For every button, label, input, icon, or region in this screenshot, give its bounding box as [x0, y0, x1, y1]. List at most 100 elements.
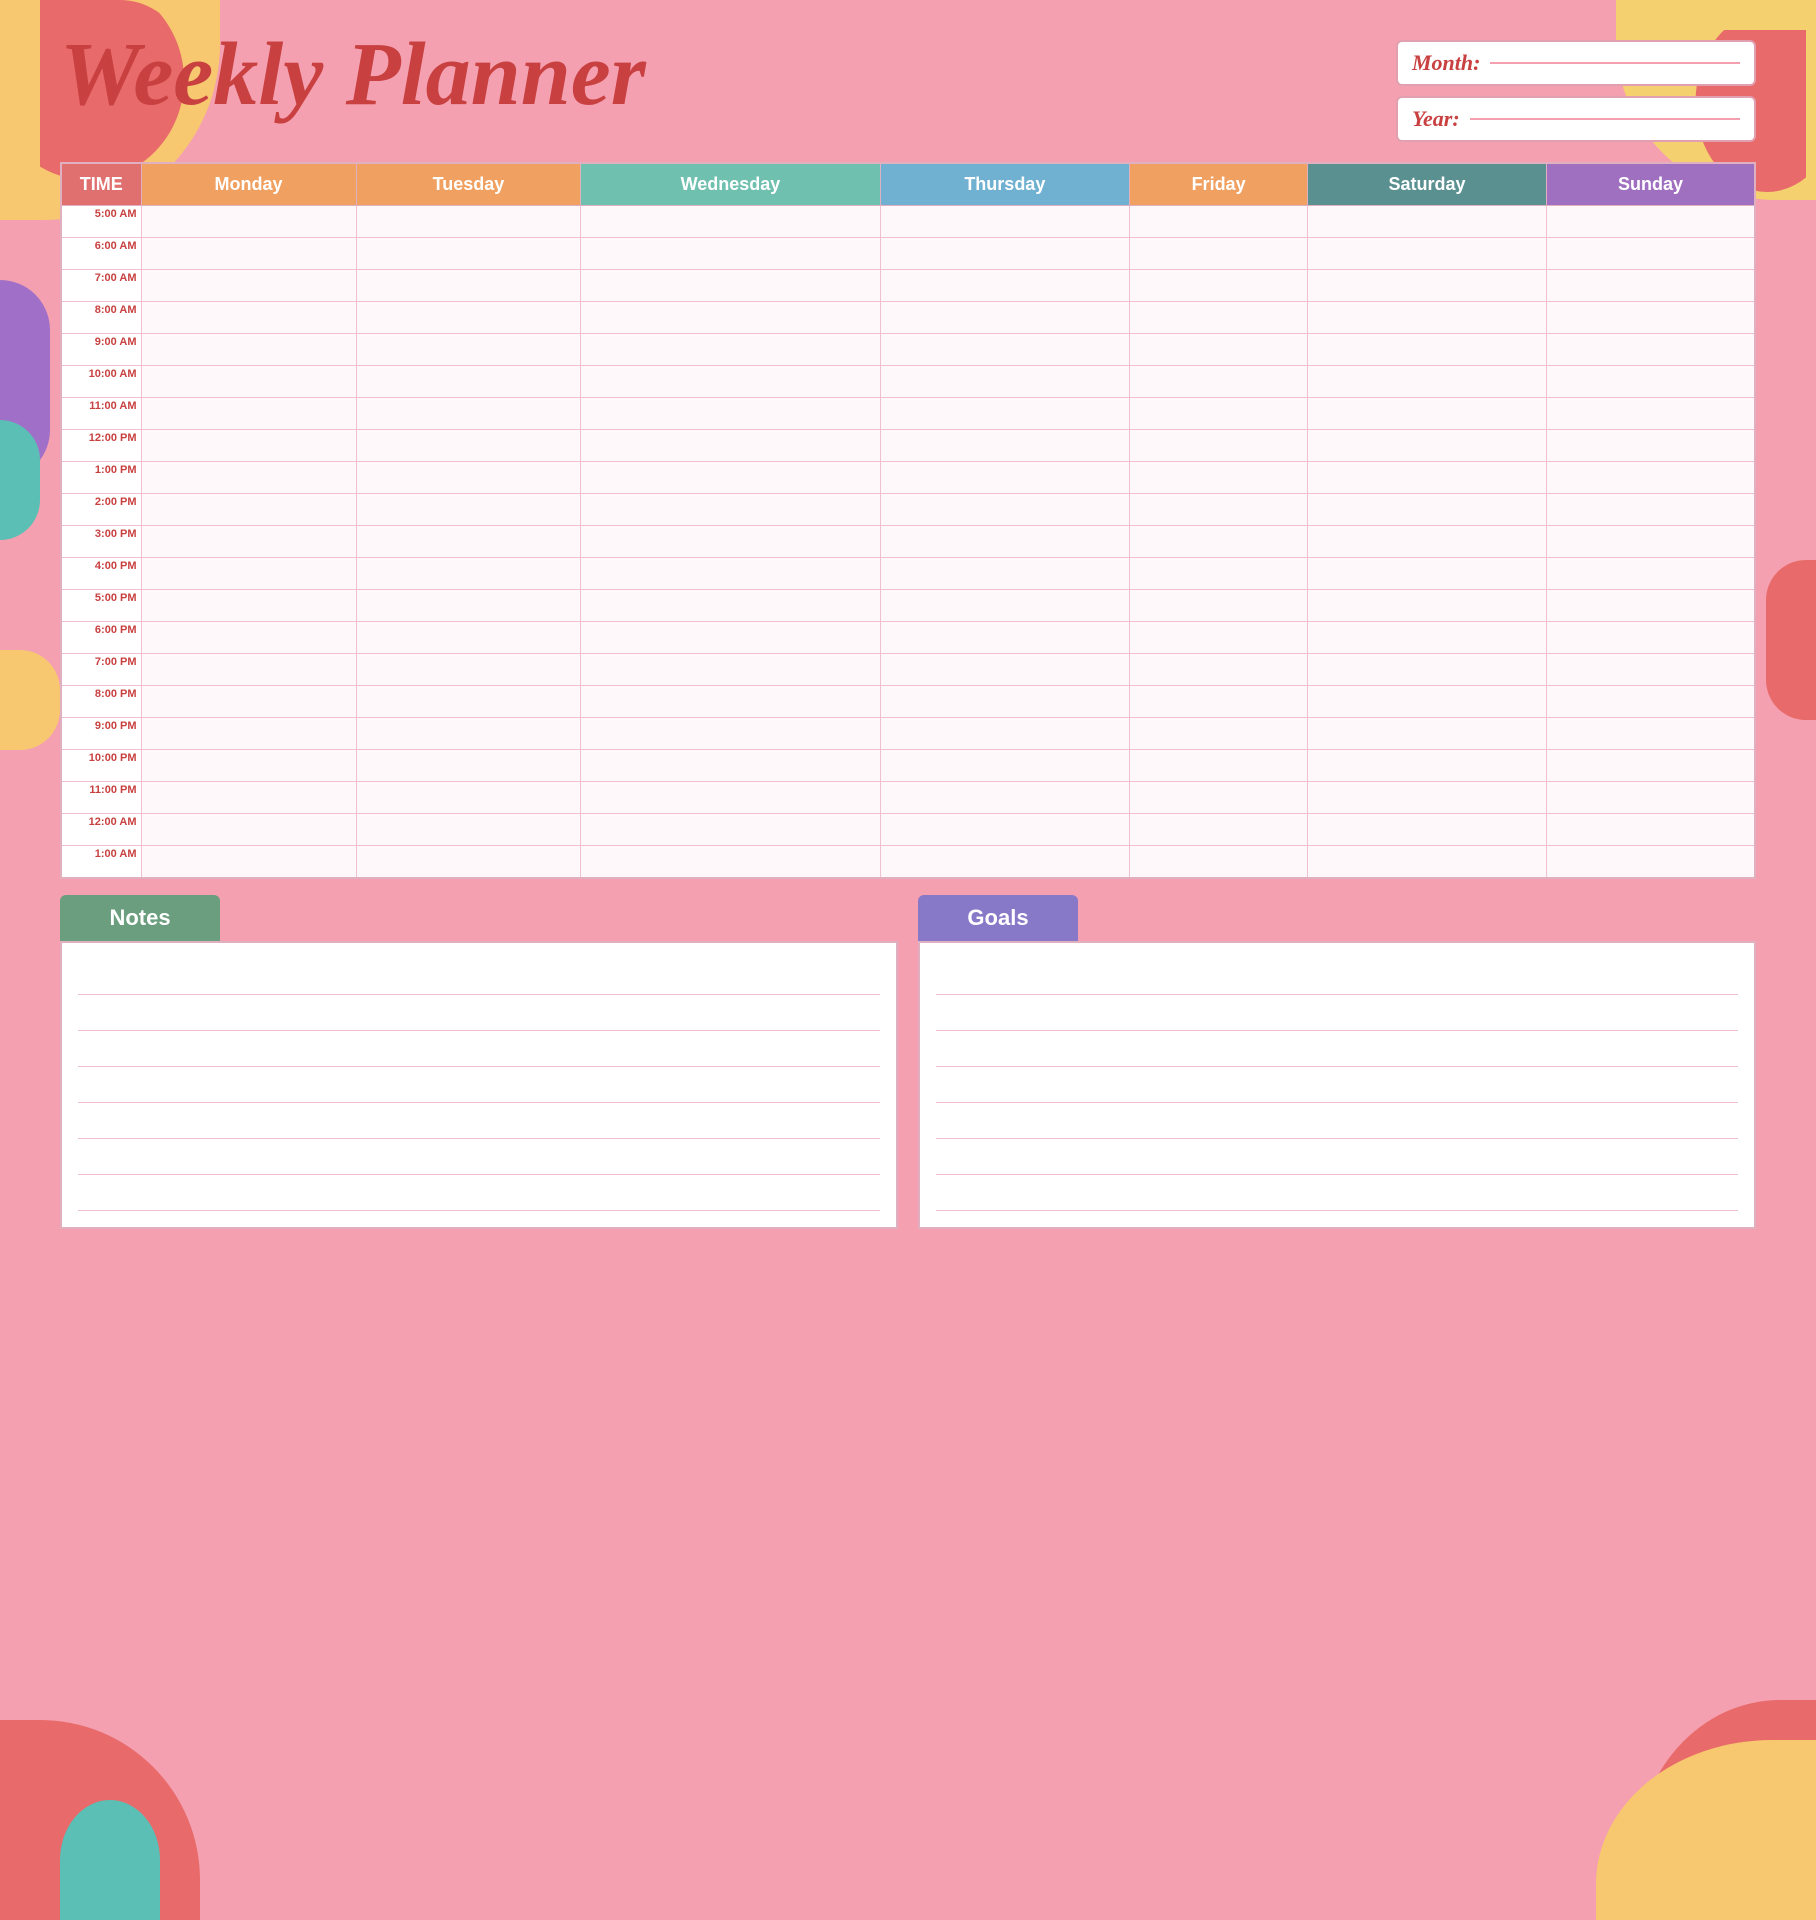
schedule-cell[interactable]: [581, 590, 880, 622]
schedule-cell[interactable]: [581, 654, 880, 686]
schedule-cell[interactable]: [1547, 846, 1755, 878]
schedule-cell[interactable]: [581, 334, 880, 366]
schedule-cell[interactable]: [1130, 270, 1308, 302]
year-field[interactable]: Year:: [1396, 96, 1756, 142]
schedule-cell[interactable]: [1130, 558, 1308, 590]
schedule-cell[interactable]: [356, 366, 581, 398]
schedule-cell[interactable]: [880, 462, 1130, 494]
schedule-cell[interactable]: [1547, 782, 1755, 814]
schedule-cell[interactable]: [141, 302, 356, 334]
schedule-cell[interactable]: [1308, 398, 1547, 430]
schedule-cell[interactable]: [356, 558, 581, 590]
schedule-cell[interactable]: [1130, 206, 1308, 238]
schedule-cell[interactable]: [1308, 814, 1547, 846]
schedule-cell[interactable]: [1308, 558, 1547, 590]
schedule-cell[interactable]: [1308, 206, 1547, 238]
schedule-cell[interactable]: [1130, 430, 1308, 462]
schedule-cell[interactable]: [1308, 590, 1547, 622]
schedule-cell[interactable]: [880, 622, 1130, 654]
schedule-cell[interactable]: [1308, 718, 1547, 750]
schedule-cell[interactable]: [356, 686, 581, 718]
schedule-cell[interactable]: [581, 558, 880, 590]
schedule-cell[interactable]: [1308, 526, 1547, 558]
schedule-cell[interactable]: [581, 750, 880, 782]
schedule-cell[interactable]: [1130, 846, 1308, 878]
schedule-cell[interactable]: [356, 494, 581, 526]
list-item[interactable]: [936, 1139, 1738, 1175]
schedule-cell[interactable]: [1547, 366, 1755, 398]
schedule-cell[interactable]: [1547, 750, 1755, 782]
schedule-cell[interactable]: [880, 686, 1130, 718]
schedule-cell[interactable]: [356, 846, 581, 878]
schedule-cell[interactable]: [1308, 686, 1547, 718]
schedule-cell[interactable]: [1130, 462, 1308, 494]
schedule-cell[interactable]: [880, 238, 1130, 270]
schedule-cell[interactable]: [880, 814, 1130, 846]
list-item[interactable]: [78, 959, 880, 995]
schedule-cell[interactable]: [356, 302, 581, 334]
schedule-cell[interactable]: [1308, 846, 1547, 878]
schedule-cell[interactable]: [1130, 238, 1308, 270]
schedule-cell[interactable]: [141, 430, 356, 462]
schedule-cell[interactable]: [1130, 526, 1308, 558]
schedule-cell[interactable]: [356, 462, 581, 494]
schedule-cell[interactable]: [880, 750, 1130, 782]
schedule-cell[interactable]: [1130, 622, 1308, 654]
schedule-cell[interactable]: [581, 238, 880, 270]
schedule-cell[interactable]: [141, 750, 356, 782]
schedule-cell[interactable]: [356, 398, 581, 430]
schedule-cell[interactable]: [880, 558, 1130, 590]
schedule-cell[interactable]: [880, 782, 1130, 814]
schedule-cell[interactable]: [141, 398, 356, 430]
schedule-cell[interactable]: [880, 398, 1130, 430]
schedule-cell[interactable]: [356, 206, 581, 238]
schedule-cell[interactable]: [1547, 654, 1755, 686]
schedule-cell[interactable]: [581, 718, 880, 750]
schedule-cell[interactable]: [1547, 206, 1755, 238]
list-item[interactable]: [936, 1031, 1738, 1067]
schedule-cell[interactable]: [1547, 302, 1755, 334]
schedule-cell[interactable]: [880, 526, 1130, 558]
schedule-cell[interactable]: [581, 686, 880, 718]
schedule-cell[interactable]: [356, 750, 581, 782]
schedule-cell[interactable]: [356, 814, 581, 846]
schedule-cell[interactable]: [141, 526, 356, 558]
schedule-cell[interactable]: [1547, 622, 1755, 654]
schedule-cell[interactable]: [141, 686, 356, 718]
schedule-cell[interactable]: [1547, 558, 1755, 590]
schedule-cell[interactable]: [1130, 750, 1308, 782]
schedule-cell[interactable]: [581, 814, 880, 846]
schedule-cell[interactable]: [141, 718, 356, 750]
goals-body[interactable]: [918, 941, 1756, 1229]
schedule-cell[interactable]: [581, 526, 880, 558]
list-item[interactable]: [78, 1067, 880, 1103]
schedule-cell[interactable]: [1130, 302, 1308, 334]
schedule-cell[interactable]: [141, 238, 356, 270]
schedule-cell[interactable]: [1130, 366, 1308, 398]
list-item[interactable]: [936, 959, 1738, 995]
schedule-cell[interactable]: [1547, 238, 1755, 270]
schedule-cell[interactable]: [1130, 494, 1308, 526]
schedule-cell[interactable]: [880, 590, 1130, 622]
schedule-cell[interactable]: [581, 430, 880, 462]
schedule-cell[interactable]: [1308, 654, 1547, 686]
schedule-cell[interactable]: [1547, 270, 1755, 302]
schedule-cell[interactable]: [356, 718, 581, 750]
schedule-cell[interactable]: [1130, 718, 1308, 750]
schedule-cell[interactable]: [141, 366, 356, 398]
schedule-cell[interactable]: [1130, 654, 1308, 686]
schedule-cell[interactable]: [141, 590, 356, 622]
schedule-cell[interactable]: [1130, 334, 1308, 366]
schedule-cell[interactable]: [356, 590, 581, 622]
list-item[interactable]: [936, 1067, 1738, 1103]
schedule-cell[interactable]: [1308, 462, 1547, 494]
list-item[interactable]: [78, 1103, 880, 1139]
schedule-cell[interactable]: [581, 206, 880, 238]
schedule-cell[interactable]: [1547, 494, 1755, 526]
schedule-cell[interactable]: [141, 462, 356, 494]
schedule-cell[interactable]: [1130, 782, 1308, 814]
schedule-cell[interactable]: [581, 302, 880, 334]
schedule-cell[interactable]: [141, 814, 356, 846]
schedule-cell[interactable]: [880, 270, 1130, 302]
notes-body[interactable]: [60, 941, 898, 1229]
